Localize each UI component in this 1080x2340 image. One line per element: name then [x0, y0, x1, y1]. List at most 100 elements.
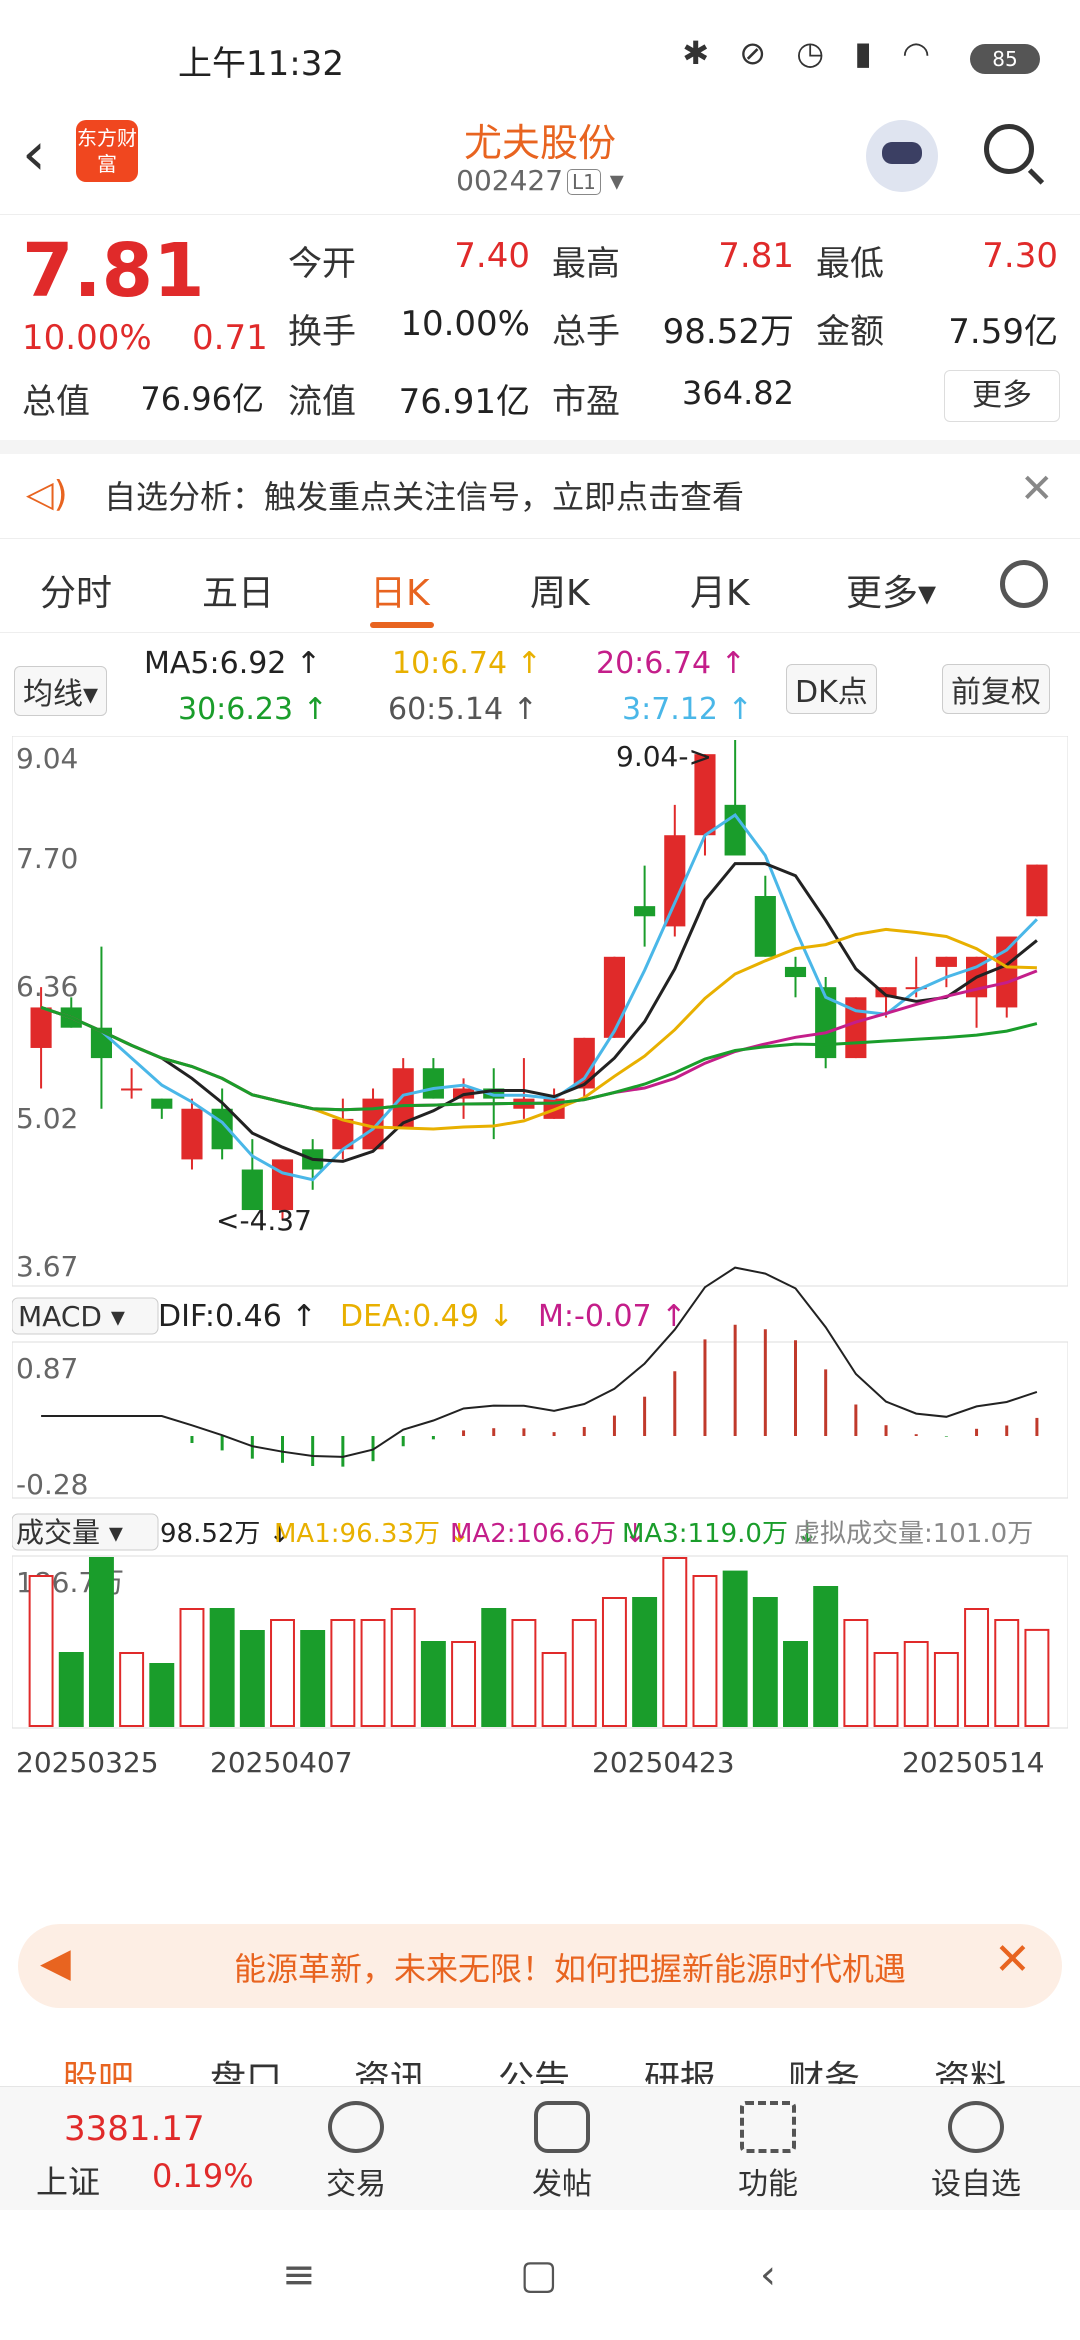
- volume-bar: [813, 1586, 839, 1727]
- status-icons: ✱ ⊘ ◷ ▮ ◠: [682, 34, 940, 72]
- ma60-label: 60:5.14 ↑: [388, 692, 538, 727]
- subtab-news[interactable]: 资讯: [354, 2050, 426, 2084]
- total-cap-label: 总值: [22, 382, 90, 422]
- ad-text-clip: 能源革新，未来无限！如何把握新能源时代机遇: [234, 1924, 982, 2008]
- period-tabs: 分时 五日 日K 周K 月K 更多▾: [0, 540, 1080, 633]
- volume-bar: [933, 1652, 959, 1727]
- quote-panel: 7.81 10.00% 0.71 今开 7.40 最高 7.81 最低 7.30…: [0, 214, 1080, 442]
- active-tab-indicator: [370, 622, 434, 628]
- low-value: 7.30: [982, 236, 1058, 276]
- adjust-button[interactable]: 前复权: [942, 664, 1050, 714]
- change-percent: 10.00%: [22, 318, 152, 358]
- current-price: 7.81: [22, 228, 205, 314]
- ma-legend: 均线▾ MA5:6.92 ↑ 10:6.74 ↑ 20:6.74 ↑ 30:6.…: [0, 636, 1080, 736]
- high-label: 最高: [552, 244, 620, 284]
- m-label: M:-0.07 ↑: [538, 1299, 686, 1334]
- macd-frame: [12, 1341, 1068, 1499]
- volume-bar: [571, 1619, 597, 1727]
- candle-body: [784, 966, 807, 978]
- search-icon[interactable]: [984, 124, 1034, 174]
- index-pct: 0.19%: [152, 2157, 254, 2195]
- candle-body: [603, 956, 626, 1038]
- pe-value: 364.82: [682, 374, 794, 412]
- candle-body: [151, 1098, 173, 1109]
- more-button[interactable]: 更多: [944, 370, 1060, 422]
- add-watch-icon: [948, 2101, 1004, 2153]
- back-nav-icon[interactable]: ‹: [760, 2252, 776, 2298]
- ad-text: 能源革新，未来无限！如何把握新能源时代机遇: [234, 1950, 907, 1988]
- vol-ma3: MA3:119.0万 ↓: [622, 1519, 818, 1549]
- volume-selector-label: 成交量 ▾: [16, 1516, 123, 1549]
- stock-chart[interactable]: 9.04 7.70 6.36 5.02 3.67 9.04-> <-4.37 M…: [12, 736, 1068, 1866]
- ma-selector[interactable]: 均线▾: [14, 666, 108, 716]
- vol-current: 98.52万 ↓: [160, 1519, 290, 1549]
- tab-five-day[interactable]: 五日: [202, 564, 274, 616]
- dk-point-button[interactable]: DK点: [786, 664, 877, 714]
- home-icon[interactable]: ▢: [520, 2252, 558, 2298]
- assistant-robot-icon[interactable]: [866, 120, 938, 192]
- dea-label: DEA:0.49 ↓: [340, 1299, 514, 1334]
- close-icon[interactable]: ✕: [1020, 466, 1054, 512]
- candle-body: [996, 936, 1018, 1008]
- nav-function[interactable]: 功能: [698, 2087, 838, 2211]
- ad-banner[interactable]: ◀ 能源革新，未来无限！如何把握新能源时代机遇 ✕: [18, 1924, 1062, 2008]
- float-cap-value: 76.91亿: [398, 382, 530, 422]
- kline-frame: [12, 736, 1068, 1287]
- date-label-4: 20250514: [902, 1746, 1045, 1779]
- subtab-research[interactable]: 研报: [644, 2050, 716, 2084]
- volume-bar: [119, 1652, 145, 1727]
- nav-post[interactable]: 发帖: [492, 2087, 632, 2211]
- tab-weekly-k[interactable]: 周K: [530, 564, 590, 616]
- candle-body: [935, 956, 957, 967]
- subtab-pankou[interactable]: 盘口: [210, 2050, 282, 2084]
- notice-bar[interactable]: ◁) 自选分析：触发重点关注信号，立即点击查看 ✕: [0, 452, 1080, 539]
- subtab-guba[interactable]: 股吧: [62, 2050, 134, 2084]
- candle-body: [573, 1037, 595, 1089]
- index-ticker[interactable]: 3381.17 上证 0.19%: [0, 2087, 280, 2211]
- candle-body: [181, 1108, 203, 1160]
- volume-bar: [58, 1652, 84, 1727]
- turnover-label: 换手: [288, 312, 356, 352]
- tab-monthly-k[interactable]: 月K: [690, 564, 750, 616]
- date-label-1: 20250325: [16, 1746, 159, 1779]
- volume-layer: [28, 1557, 1050, 1728]
- index-name: 上证: [36, 2163, 101, 2201]
- date-label-3: 20250423: [592, 1746, 735, 1779]
- vol-ma1: MA1:96.33万 ↓: [274, 1519, 470, 1549]
- low-label: 最低: [816, 244, 884, 284]
- ad-close-icon[interactable]: ✕: [994, 1934, 1031, 1985]
- change-amount: 0.71: [192, 318, 268, 358]
- float-cap-label: 流值: [288, 382, 356, 422]
- subtab-finance[interactable]: 财务: [788, 2050, 860, 2084]
- vol-virtual: 虚拟成交量:101.0万: [794, 1519, 1033, 1549]
- subtab-profile[interactable]: 资料: [934, 2050, 1006, 2084]
- ma5-label: MA5:6.92 ↑: [144, 646, 322, 681]
- volume-bar: [1024, 1628, 1050, 1728]
- tab-intraday[interactable]: 分时: [40, 564, 112, 616]
- tab-more-label: 更多: [846, 573, 919, 614]
- stock-code-text: 002427: [456, 164, 564, 197]
- ma30-label: 30:6.23 ↑: [178, 692, 328, 727]
- nav-function-label: 功能: [738, 2167, 798, 2202]
- candle-body: [271, 1159, 294, 1211]
- nav-add-watch[interactable]: 设自选: [906, 2087, 1046, 2211]
- ma3-label: 3:7.12 ↑: [622, 692, 753, 727]
- tab-more[interactable]: 更多▾: [846, 564, 936, 616]
- system-nav-bar: ≡ ▢ ‹: [0, 2210, 1080, 2340]
- status-time: 上午11:32: [178, 44, 344, 84]
- nav-trade[interactable]: 交易: [286, 2087, 426, 2211]
- stock-header: ‹ 东方财富 尤夫股份 002427 L1 ▾: [0, 110, 1080, 215]
- volume-bar: [692, 1575, 718, 1727]
- gear-icon[interactable]: [1000, 560, 1048, 608]
- volume-bar: [300, 1630, 326, 1727]
- menu-icon[interactable]: ≡: [282, 2252, 316, 2298]
- tab-daily-k[interactable]: 日K: [370, 564, 430, 616]
- volume-bar: [360, 1619, 386, 1727]
- trade-icon: [328, 2101, 384, 2153]
- subtab-announce[interactable]: 公告: [498, 2050, 570, 2084]
- high-annotation: 9.04->: [616, 740, 712, 773]
- notice-text: 自选分析：触发重点关注信号，立即点击查看: [104, 478, 745, 516]
- candle-body: [724, 804, 746, 856]
- megaphone-icon: ◀: [40, 1940, 71, 1986]
- volume-bar: [964, 1608, 990, 1727]
